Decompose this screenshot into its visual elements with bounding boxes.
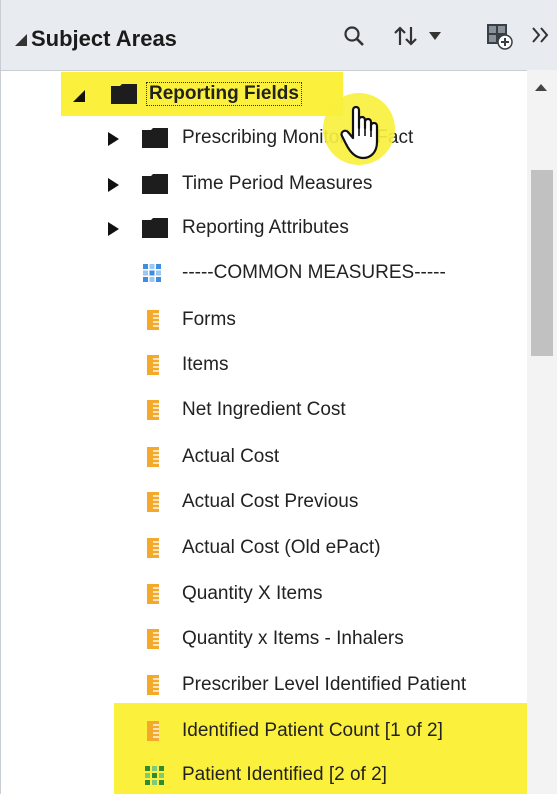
tree-measure-label: Patient Identified [2 of 2] <box>182 764 387 785</box>
collapse-triangle-icon[interactable] <box>73 90 85 102</box>
tree-measure-label: Actual Cost Previous <box>182 491 359 512</box>
add-to-view-icon[interactable] <box>485 22 513 50</box>
tree-separator-label: -----COMMON MEASURES----- <box>182 262 446 283</box>
expand-triangle-icon[interactable] <box>108 178 119 192</box>
tree-measure-label: Net Ingredient Cost <box>182 399 346 420</box>
folder-icon <box>111 84 137 104</box>
vertical-scrollbar[interactable] <box>527 70 557 794</box>
search-icon[interactable] <box>342 24 366 48</box>
tree-measure-label: Identified Patient Count [1 of 2] <box>182 720 443 741</box>
measure-ruler-icon <box>147 584 159 604</box>
collapse-triangle-icon[interactable] <box>15 34 27 46</box>
measure-ruler-icon <box>147 675 159 695</box>
measure-ruler-icon <box>147 447 159 467</box>
subject-areas-panel: Subject Areas Reporting Fields Prescribi… <box>0 0 557 794</box>
expand-panel-icon[interactable] <box>531 26 551 44</box>
panel-header: Subject Areas <box>1 0 557 71</box>
folder-icon <box>142 218 168 238</box>
tree-measure-label: Quantity x Items - Inhalers <box>182 628 404 649</box>
expand-triangle-icon[interactable] <box>108 222 119 236</box>
scroll-thumb[interactable] <box>531 170 553 356</box>
measure-ruler-icon <box>147 400 159 420</box>
tree-root-label: Reporting Fields <box>146 82 302 106</box>
measure-ruler-icon <box>147 629 159 649</box>
sort-icon[interactable] <box>393 24 419 48</box>
measure-ruler-icon <box>147 492 159 512</box>
measure-ruler-icon <box>147 538 159 558</box>
scroll-up-arrow-icon[interactable] <box>535 84 547 91</box>
blue-grid-icon <box>142 263 162 283</box>
folder-icon <box>142 128 168 148</box>
tree-measure-label: Prescriber Level Identified Patient <box>182 674 467 695</box>
tree-measure-label: Forms <box>182 309 236 330</box>
tree-folder-label: Reporting Attributes <box>182 217 349 238</box>
tree-measure-label: Items <box>182 354 229 375</box>
hand-cursor-icon <box>340 105 379 160</box>
green-grid-icon <box>145 766 164 785</box>
tree-folder-label: Time Period Measures <box>182 173 373 194</box>
dropdown-caret-icon[interactable] <box>429 32 441 41</box>
measure-ruler-icon <box>147 310 159 330</box>
measure-ruler-icon <box>147 355 159 375</box>
tree-measure-label: Actual Cost <box>182 446 280 467</box>
measure-ruler-icon <box>147 721 159 741</box>
tree-measure-label: Quantity X Items <box>182 583 323 604</box>
folder-icon <box>142 174 168 194</box>
expand-triangle-icon[interactable] <box>108 132 119 146</box>
tree-measure-label: Actual Cost (Old ePact) <box>182 537 381 558</box>
panel-title: Subject Areas <box>31 26 177 51</box>
